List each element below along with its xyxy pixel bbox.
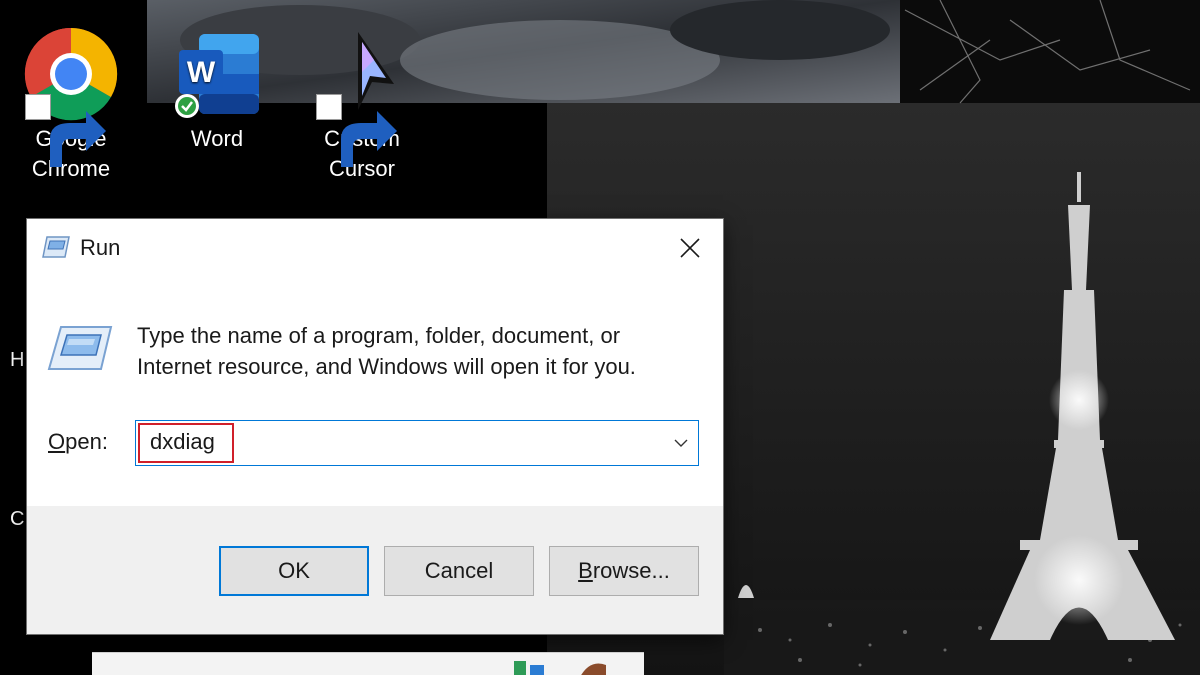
title-bar[interactable]: Run [27, 219, 723, 277]
dialog-title: Run [80, 235, 121, 260]
dropdown-button[interactable] [670, 432, 692, 454]
desktop-icon-custom-cursor[interactable]: Custom Cursor [297, 26, 427, 184]
run-dialog: Run Type the name of a program, folder, … [27, 219, 723, 634]
partial-desktop-label: H [10, 349, 25, 371]
svg-text:W: W [187, 56, 216, 89]
browse-button[interactable]: Browse... [549, 546, 699, 596]
run-app-icon [42, 236, 70, 258]
desktop-icon-label: Word [190, 126, 244, 151]
browse-mnemonic: B [578, 558, 593, 583]
browse-label: rowse... [592, 558, 670, 583]
desktop-icon-chrome[interactable]: Google Chrome [6, 26, 136, 184]
open-label-mnemonic: O [48, 429, 66, 454]
close-icon [680, 238, 700, 258]
close-button[interactable] [657, 219, 723, 277]
desktop-icon-word[interactable]: W Word [152, 26, 282, 154]
shortcut-arrow-icon [25, 94, 106, 167]
open-label-text: pen: [65, 429, 108, 454]
chevron-down-icon [674, 439, 688, 447]
ok-button[interactable]: OK [219, 546, 369, 596]
open-label: Open: [48, 429, 108, 455]
open-input[interactable]: dxdiag [150, 429, 215, 455]
background-window[interactable] [92, 652, 644, 675]
partial-desktop-label: C [10, 508, 25, 530]
dialog-footer: OK Cancel Browse... [27, 506, 723, 634]
instruction-text: Type the name of a program, folder, docu… [137, 323, 636, 379]
shortcut-arrow-icon [316, 94, 397, 167]
run-program-icon [47, 326, 113, 370]
word-icon: W [175, 34, 259, 118]
cancel-button[interactable]: Cancel [384, 546, 534, 596]
open-combobox[interactable]: dxdiag [135, 420, 699, 466]
app-thumbnail-icon [514, 661, 606, 675]
